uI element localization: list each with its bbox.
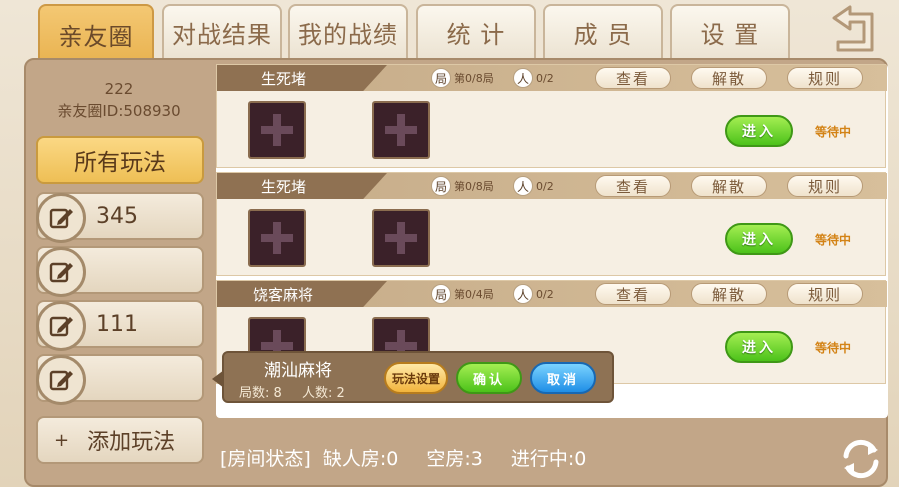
add-mode-label: 添加玩法 [87, 430, 176, 455]
sidebar: 222 亲友圈ID:508930 所有玩法 345 111 + 添加玩法 [26, 60, 212, 487]
back-arrow-icon [832, 5, 874, 52]
empty-seat[interactable] [372, 101, 430, 159]
enter-button[interactable]: 进入 [725, 115, 793, 147]
mode-label: 111 [96, 312, 138, 337]
room-card: 生死堵 局 第0/8局 人 0/2 查看 解散 规则 进入 等待中 [216, 172, 887, 276]
room-header: 饶客麻将 局 第0/4局 人 0/2 查看 解散 规则 [217, 281, 887, 307]
empty-seat[interactable] [372, 209, 430, 267]
add-mode-button[interactable]: + 添加玩法 [36, 416, 204, 464]
confirm-button[interactable]: 确认 [456, 362, 522, 394]
player-count: 0/2 [536, 287, 554, 301]
mode-item-4[interactable] [36, 354, 204, 405]
room-name: 生死堵 [217, 65, 387, 91]
refresh-button[interactable] [838, 436, 884, 482]
round-icon: 局 [431, 284, 451, 304]
tab-settings[interactable]: 设 置 [670, 4, 790, 58]
room-status: 等待中 [815, 125, 852, 139]
plus-icon [385, 114, 417, 146]
round-text: 第0/8局 [454, 180, 494, 193]
mode-item-2[interactable] [36, 246, 204, 297]
tab-friends-circle[interactable]: 亲友圈 [38, 4, 154, 62]
tab-members[interactable]: 成 员 [543, 4, 663, 58]
edit-icon[interactable] [36, 193, 86, 243]
enter-button[interactable]: 进入 [725, 331, 793, 363]
player-count: 0/2 [536, 71, 554, 85]
missing-player-count: 缺人房:0 [322, 448, 399, 470]
dissolve-button[interactable]: 解散 [691, 283, 767, 305]
room-card: 生死堵 局 第0/8局 人 0/2 查看 解散 规则 进入 等待中 [216, 64, 887, 168]
all-modes-label: 所有玩法 [74, 150, 166, 176]
main-panel: 222 亲友圈ID:508930 所有玩法 345 111 + 添加玩法 生死堵… [24, 58, 888, 487]
player-info: 人 0/2 [513, 68, 554, 88]
tab-battle-results[interactable]: 对战结果 [162, 4, 282, 58]
round-info: 局 第0/8局 [431, 68, 494, 88]
popup-players: 人数: 2 [301, 386, 345, 401]
view-button[interactable]: 查看 [595, 175, 671, 197]
room-name: 饶客麻将 [217, 281, 387, 307]
round-text: 第0/4局 [454, 288, 494, 301]
player-icon: 人 [513, 68, 533, 88]
popup-mode-details: 局数: 8 人数: 2 [239, 382, 345, 401]
empty-seat[interactable] [248, 101, 306, 159]
room-status: 等待中 [815, 233, 852, 247]
club-info: 222 亲友圈ID:508930 [26, 78, 212, 122]
tab-statistics[interactable]: 统 计 [416, 4, 536, 58]
player-count: 0/2 [536, 179, 554, 193]
room-name: 生死堵 [217, 173, 387, 199]
cancel-button[interactable]: 取消 [530, 362, 596, 394]
dissolve-button[interactable]: 解散 [691, 67, 767, 89]
popup-rounds: 局数: 8 [239, 386, 282, 401]
rules-button[interactable]: 规则 [787, 67, 863, 89]
popup-mode-title: 潮汕麻将 [264, 361, 332, 381]
all-modes-button[interactable]: 所有玩法 [36, 136, 204, 184]
mode-label: 345 [96, 204, 138, 229]
enter-button[interactable]: 进入 [725, 223, 793, 255]
player-info: 人 0/2 [513, 176, 554, 196]
view-button[interactable]: 查看 [595, 283, 671, 305]
rules-button[interactable]: 规则 [787, 283, 863, 305]
rules-button[interactable]: 规则 [787, 175, 863, 197]
edit-icon[interactable] [36, 247, 86, 297]
player-icon: 人 [513, 176, 533, 196]
edit-icon[interactable] [36, 301, 86, 351]
tab-my-record[interactable]: 我的战绩 [288, 4, 408, 58]
player-icon: 人 [513, 284, 533, 304]
room-header: 生死堵 局 第0/8局 人 0/2 查看 解散 规则 [217, 173, 887, 199]
mode-item-1[interactable]: 345 [36, 192, 204, 243]
round-icon: 局 [431, 68, 451, 88]
plus-icon [261, 114, 293, 146]
club-id: 亲友圈ID:508930 [57, 102, 181, 120]
mode-settings-button[interactable]: 玩法设置 [384, 362, 448, 394]
round-text: 第0/8局 [454, 72, 494, 85]
round-info: 局 第0/8局 [431, 176, 494, 196]
plus-icon [261, 222, 293, 254]
in-progress-count: 进行中:0 [510, 448, 587, 470]
room-header: 生死堵 局 第0/8局 人 0/2 查看 解散 规则 [217, 65, 887, 91]
plus-icon [385, 222, 417, 254]
room-status-bar: [房间状态] 缺人房:0 空房:3 进行中:0 [220, 444, 586, 471]
back-button[interactable] [820, 2, 882, 56]
mode-popup: 潮汕麻将 局数: 8 人数: 2 玩法设置 确认 取消 [212, 351, 614, 403]
round-icon: 局 [431, 176, 451, 196]
status-label: [房间状态] [220, 448, 311, 470]
dissolve-button[interactable]: 解散 [691, 175, 767, 197]
empty-room-count: 空房:3 [426, 448, 483, 470]
round-info: 局 第0/4局 [431, 284, 494, 304]
room-status: 等待中 [815, 341, 852, 355]
edit-icon[interactable] [36, 355, 86, 405]
view-button[interactable]: 查看 [595, 67, 671, 89]
club-name: 222 [104, 80, 134, 98]
plus-icon: + [54, 429, 70, 451]
mode-item-3[interactable]: 111 [36, 300, 204, 351]
player-info: 人 0/2 [513, 284, 554, 304]
refresh-icon [843, 439, 879, 479]
empty-seat[interactable] [248, 209, 306, 267]
